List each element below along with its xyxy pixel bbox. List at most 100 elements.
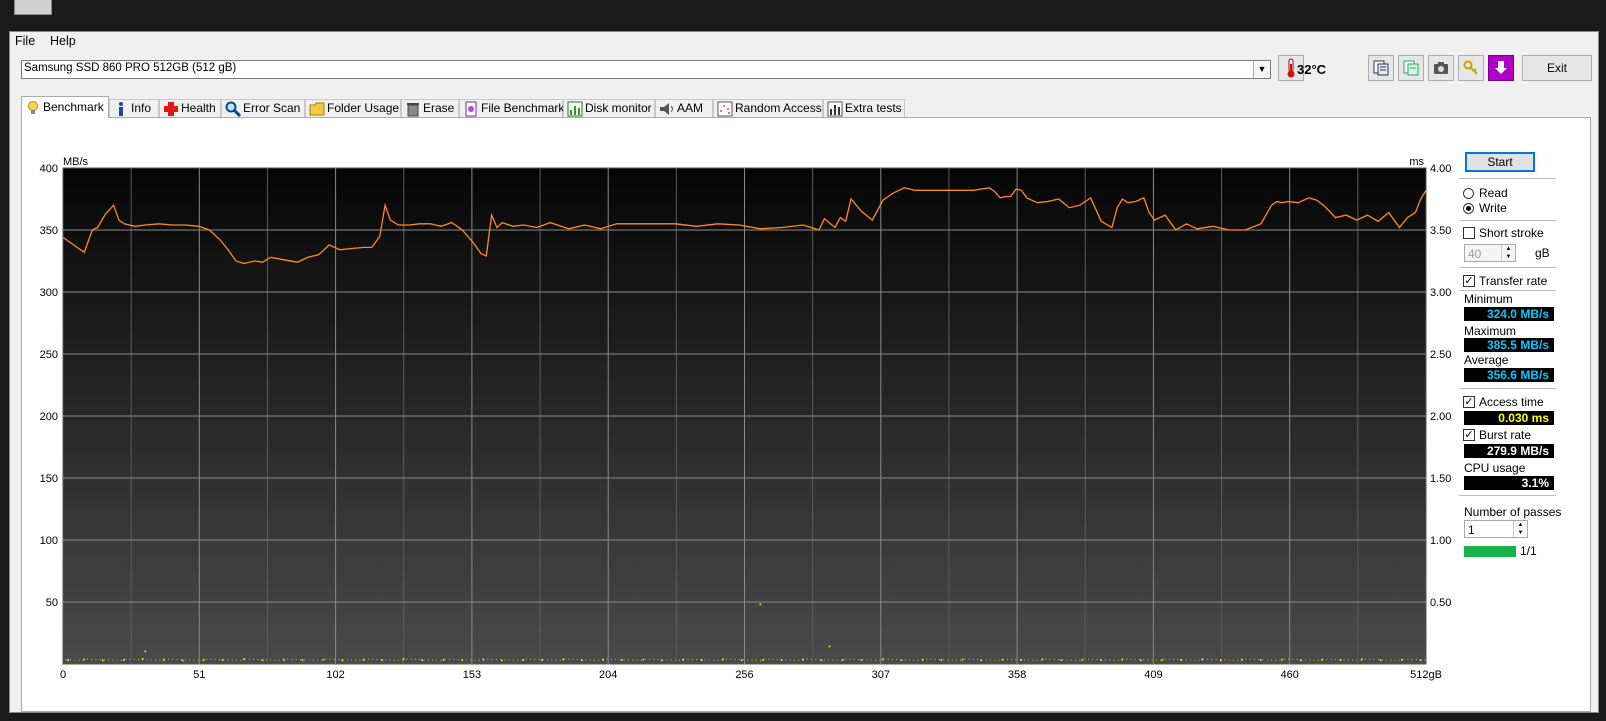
access-time-point [1164,658,1166,660]
drive-select-value: Samsung SSD 860 PRO 512GB (512 gB) [24,62,237,74]
burst-rate-checkbox[interactable]: ✓ [1463,429,1475,441]
spin-arrows-icon[interactable]: ▲ ▼ [1513,521,1527,537]
access-time-point [525,658,527,660]
access-time-point [197,659,199,661]
access-time-point [522,659,525,661]
read-radio[interactable] [1463,188,1474,199]
tab-random-access[interactable]: Random Access [713,99,823,117]
tab-aam[interactable]: AAM [655,99,713,117]
access-time-point [419,659,421,661]
access-time-point [981,659,983,661]
access-time-point [214,658,216,660]
tab-health[interactable]: Health [159,99,221,117]
access-time-point [112,659,114,661]
access-time-checkbox[interactable]: ✓ [1463,396,1475,408]
keys-icon[interactable] [1458,55,1484,81]
access-time-point [820,659,823,662]
access-time-point [759,659,761,661]
access-time-point [998,659,1000,661]
compare-report-icon[interactable] [1398,55,1424,81]
x-tick-label: 102 [326,669,344,681]
transfer-rate-checkbox[interactable]: ✓ [1463,275,1475,287]
access-time-point [1180,659,1182,661]
access-time-point [312,659,314,661]
access-time-point [163,659,165,661]
menu-file[interactable]: File [15,34,35,48]
divider [1459,290,1556,291]
access-time-point [176,658,178,660]
access-time-point [764,658,766,660]
write-radio[interactable] [1463,203,1474,214]
access-time-point [896,658,898,660]
access-time-point [1194,659,1196,661]
tab-extra-tests[interactable]: Extra tests [823,99,905,117]
access-time-point [253,658,255,660]
menu-help[interactable]: Help [50,34,76,48]
access-time-point [144,650,147,653]
access-time-point [849,658,851,660]
access-time-point [304,659,306,661]
drive-select[interactable]: Samsung SSD 860 PRO 512GB (512 gB) ▼ [21,60,1271,79]
short-stroke-unit: gB [1535,246,1550,260]
tab-error-scan[interactable]: Error Scan [221,99,305,118]
access-time-point [1232,659,1234,661]
access-time-point [828,645,831,648]
access-time-point [887,658,889,660]
info-icon [113,101,129,117]
x-tick-label: 409 [1144,669,1162,681]
chevron-down-icon[interactable]: ▼ [1253,61,1270,78]
access-time-point [619,659,621,661]
tab-file-benchmark[interactable]: File Benchmark [459,99,564,117]
download-arrow-icon[interactable] [1488,55,1514,81]
access-time-point [785,659,787,661]
access-time-point [1190,659,1192,661]
access-time-point [972,658,974,660]
access-time-point [82,659,84,661]
access-time-point [551,659,553,661]
access-time-point [322,658,325,661]
access-time-point [244,658,246,660]
access-time-point [862,659,864,661]
tab-folder-usage[interactable]: Folder Usage [305,99,401,117]
tab-disk-monitor[interactable]: Disk monitor [563,99,655,117]
access-time-point [1070,659,1072,661]
access-time-point [1143,659,1145,661]
access-time-point [321,659,323,661]
camera-icon[interactable] [1428,55,1454,81]
start-button[interactable]: Start [1465,152,1535,172]
access-time-point [606,658,608,660]
access-time-point [700,659,702,661]
access-time-point [1398,659,1400,661]
x-tick-label: 51 [193,669,205,681]
short-stroke-size-input[interactable]: 40 ▲ ▼ [1464,244,1516,262]
access-time-point [180,659,182,661]
tab-benchmark[interactable]: Benchmark [21,96,109,118]
access-time-point [95,658,97,660]
passes-input[interactable]: 1 ▲ ▼ [1464,520,1528,538]
access-time-point [674,659,676,661]
access-time-point [402,658,405,660]
copy-report-icon[interactable] [1368,55,1394,81]
short-stroke-checkbox[interactable] [1463,227,1475,239]
access-time-point [964,658,966,660]
access-time-point [1168,658,1170,660]
access-time-point [943,659,945,661]
access-time-point [1126,658,1128,660]
access-time-point [751,659,753,661]
access-time-point [1415,658,1417,660]
access-time-point [121,659,123,661]
access-time-point [414,658,416,660]
exit-button[interactable]: Exit [1522,55,1592,81]
access-time-point [840,659,842,661]
access-time-point [881,658,884,661]
access-time-point [1160,659,1162,661]
tab-info[interactable]: Info [109,99,159,117]
access-time-point [406,658,408,660]
spin-arrows-icon[interactable]: ▲ ▼ [1501,245,1515,261]
access-time-point [721,659,723,661]
access-time-point [116,659,118,661]
access-time-point [474,659,476,661]
access-time-point [393,659,395,661]
tab-erase[interactable]: Erase [401,99,459,117]
access-time-point [142,659,144,661]
